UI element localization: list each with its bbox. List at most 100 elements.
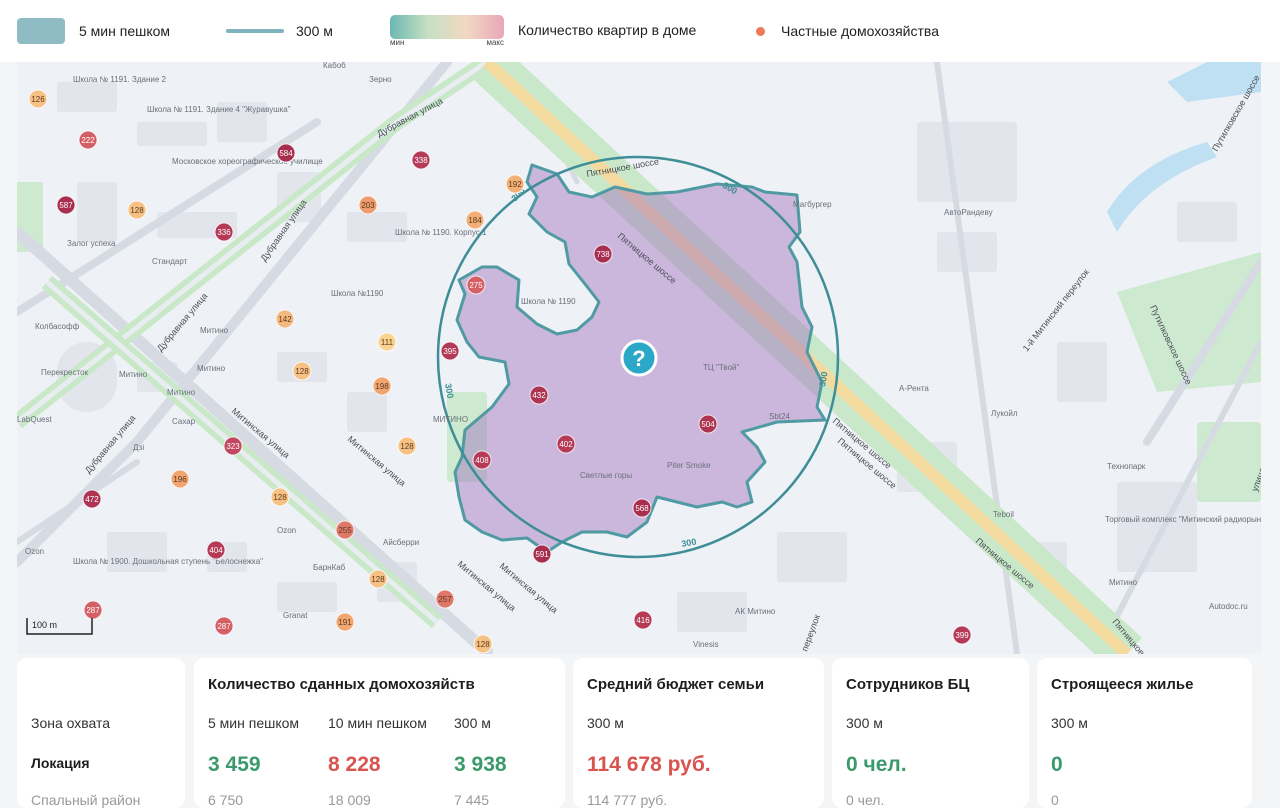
apartment-count-badge[interactable]: 591 [532,544,552,564]
badge-value: 191 [338,618,352,627]
households-walk5-value: 3 459 [208,753,261,776]
apartment-count-badge[interactable]: 196 [170,469,190,489]
badge-value: 128 [371,575,385,584]
badge-value: 399 [955,631,969,640]
map-canvas[interactable]: 300 300 300 300 300 Дубравная улица Дубр… [17,62,1261,654]
bc-secondary: 0 чел. [846,792,885,808]
apartment-count-badge[interactable]: 399 [952,625,972,645]
badge-value: 404 [209,546,223,555]
poi-label: Ozon [25,547,44,556]
poi-label: Кабоб [323,62,346,70]
poi-label: Митино [200,326,229,335]
apartment-count-badge[interactable]: 192 [505,174,525,194]
badge-value: 128 [400,442,414,451]
apartment-count-badge[interactable]: 128 [473,634,493,654]
apartment-count-badge[interactable]: 472 [82,489,102,509]
households-walk10-label: 10 мин пешком [328,715,427,731]
badge-value: 395 [443,347,457,356]
poi-label: Айсберри [383,538,419,547]
poi-label: Колбасофф [35,322,80,331]
poi-label: Технопарк [1107,462,1146,471]
apartment-count-badge[interactable]: 395 [440,341,460,361]
construction-card: Строящееся жилье 300 м 0 0 [1037,658,1252,808]
apartment-count-badge[interactable]: 402 [556,434,576,454]
bc-radius-label: 300 м [846,715,883,731]
apartment-count-badge[interactable]: 568 [632,498,652,518]
poi-label: Школа № 1190. Корпус 1 [395,228,487,237]
poi-label: Школа № 1191. Здание 2 [73,75,166,84]
badge-value: 257 [438,595,452,604]
apartment-count-badge[interactable]: 587 [56,195,76,215]
apartment-count-badge[interactable]: 287 [214,616,234,636]
budget-secondary: 114 777 руб. [587,792,668,808]
badge-value: 126 [31,95,45,104]
apartment-count-badge[interactable]: 287 [83,600,103,620]
apartment-count-badge[interactable]: 504 [698,414,718,434]
badge-value: 142 [278,315,292,324]
map-view[interactable]: 300 300 300 300 300 Дубравная улица Дубр… [17,62,1261,654]
poi-label: Ozon [277,526,296,535]
apartment-count-badge[interactable]: 432 [529,385,549,405]
poi-label: Митино [1109,578,1138,587]
apartment-count-badge[interactable]: 255 [335,520,355,540]
legend-private: Частные домохозяйства [756,16,939,46]
apartment-count-badge[interactable]: 408 [472,450,492,470]
poi-label: Митино [167,388,196,397]
apartment-count-badge[interactable]: 128 [127,200,147,220]
apartment-count-badge[interactable]: 338 [411,150,431,170]
location-marker[interactable]: ? [620,339,658,377]
legend-walk-zone-label: 5 мин пешком [79,23,171,39]
badge-value: 128 [130,206,144,215]
apartment-count-badge[interactable]: 111 [377,332,397,352]
budget-value: 114 678 руб. [587,753,711,776]
badge-value: 568 [635,504,649,513]
apartment-count-badge[interactable]: 738 [593,244,613,264]
apartment-count-badge[interactable]: 128 [397,436,417,456]
badge-value: 472 [85,495,99,504]
poi-label: Московское хореографическое училище [172,157,323,166]
poi-label: Магбургер [793,200,832,209]
poi-label: Светлые горы [580,471,632,480]
apartment-count-badge[interactable]: 257 [435,589,455,609]
apartment-count-badge[interactable]: 203 [358,195,378,215]
poi-label: Дзі [133,443,144,452]
badge-value: 128 [273,493,287,502]
households-300m-secondary: 7 445 [454,792,490,808]
badge-value: 338 [414,156,428,165]
apartment-count-badge[interactable]: 191 [335,612,355,632]
apartment-count-badge[interactable]: 275 [466,275,486,295]
coverage-zone-label[interactable]: Зона охвата [31,715,110,731]
apartment-count-badge[interactable]: 198 [372,376,392,396]
badge-value: 255 [338,526,352,535]
poi-label: АК Митино [735,607,776,616]
households-title: Количество сданных домохозяйств [208,676,475,693]
walk-zone-swatch [17,18,65,44]
poi-label: Стандарт [152,257,188,266]
construction-radius-label: 300 м [1051,715,1088,731]
apartment-count-badge[interactable]: 142 [275,309,295,329]
apartment-count-badge[interactable]: 584 [276,143,296,163]
apartment-count-badge[interactable]: 184 [465,210,485,230]
apartment-count-badge[interactable]: 404 [206,540,226,560]
badge-value: 287 [217,622,231,631]
poi-label: Торговый комплекс "Митинский радиорынок" [1105,515,1261,524]
apartments-gradient: мин макс [390,15,504,47]
map-legend: 5 мин пешком 300 м мин макс Количество к… [0,0,1280,62]
households-walk5-label: 5 мин пешком [208,715,300,731]
apartment-count-badge[interactable]: 222 [78,130,98,150]
apartment-count-badge[interactable]: 128 [368,569,388,589]
poi-label: Митино [119,370,148,379]
location-label[interactable]: Локация [31,755,90,771]
households-walk10-secondary: 18 009 [328,792,371,808]
poi-label: БарнКаб [313,563,346,572]
scale-label: 100 m [32,620,57,630]
apartment-count-badge[interactable]: 416 [633,610,653,630]
district-type-label[interactable]: Спальный район [31,792,140,808]
apartment-count-badge[interactable]: 126 [28,89,48,109]
apartment-count-badge[interactable]: 128 [292,361,312,381]
bc-title: Сотрудников БЦ [846,676,970,693]
badge-value: 432 [532,391,546,400]
apartment-count-badge[interactable]: 336 [214,222,234,242]
apartment-count-badge[interactable]: 323 [223,436,243,456]
apartment-count-badge[interactable]: 128 [270,487,290,507]
